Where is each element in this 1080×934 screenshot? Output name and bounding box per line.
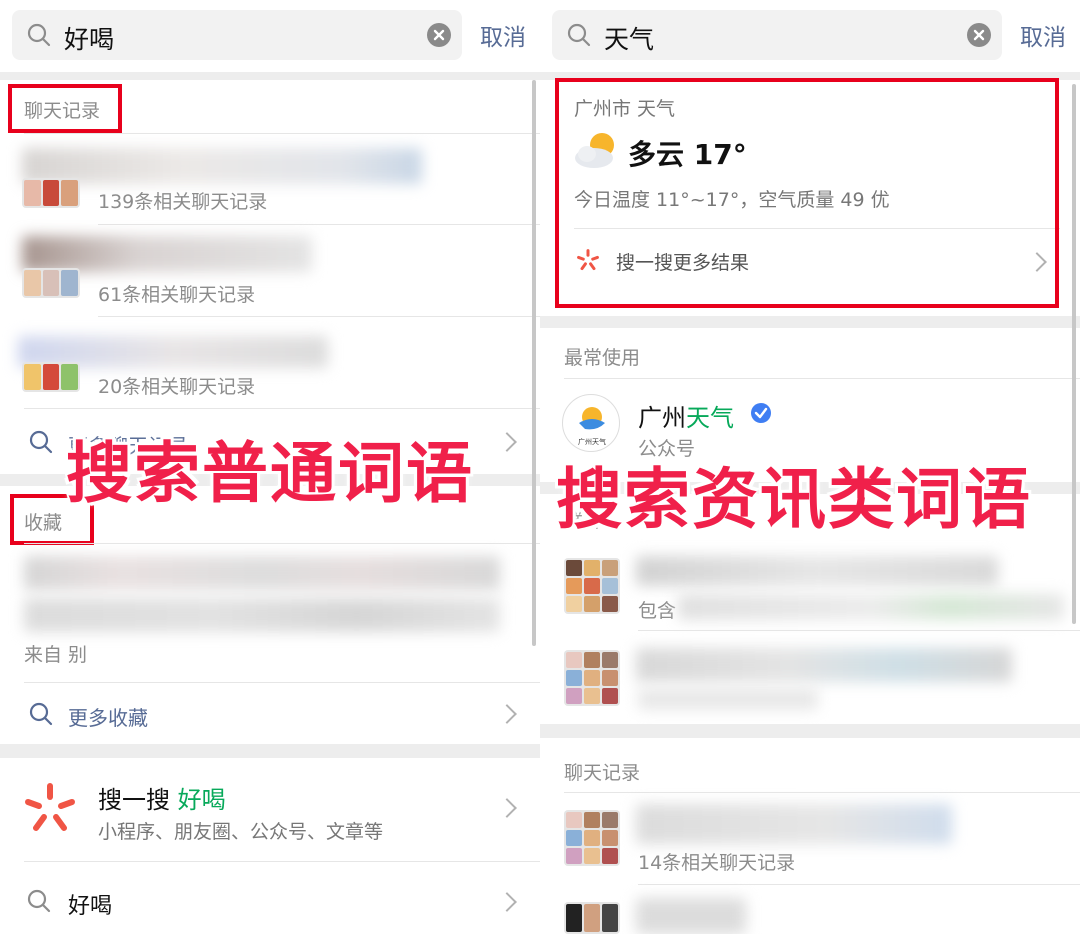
blurred-chat-name bbox=[22, 148, 422, 184]
group-avatar bbox=[564, 558, 620, 614]
scrollbar[interactable] bbox=[1072, 84, 1076, 624]
divider bbox=[638, 630, 1080, 631]
souyisou-title: 搜一搜 好喝 bbox=[98, 786, 226, 814]
group-avatar bbox=[22, 178, 80, 208]
divider bbox=[24, 133, 540, 134]
blurred-chat-name bbox=[636, 898, 746, 934]
chat-record-count: 14条相关聊天记录 bbox=[638, 852, 796, 874]
highlight-box bbox=[555, 78, 1059, 308]
search-query: 好喝 bbox=[64, 25, 115, 54]
cancel-button[interactable]: 取消 bbox=[1020, 18, 1066, 52]
divider bbox=[98, 316, 540, 317]
clear-icon[interactable] bbox=[967, 23, 991, 47]
divider bbox=[98, 224, 540, 225]
divider bbox=[638, 884, 1080, 885]
chat-record-count: 61条相关聊天记录 bbox=[98, 284, 256, 306]
right-search-screen: 天气 取消 广州市 天气 多云 17° 今日温度 11°~17°，空气质量 49… bbox=[540, 0, 1080, 934]
blurred-chat-meta bbox=[638, 688, 818, 710]
blurred-favorite-line bbox=[24, 556, 500, 590]
search-icon bbox=[29, 430, 53, 454]
chevron-right-icon bbox=[497, 704, 517, 724]
group-avatar bbox=[564, 810, 620, 866]
souyisou-icon bbox=[25, 783, 75, 831]
chevron-right-icon bbox=[497, 798, 517, 818]
section-label-chat-records: 聊天记录 bbox=[564, 762, 641, 784]
section-label-most-used: 最常使用 bbox=[564, 347, 641, 369]
annotation-overlay: 搜索普通词语 bbox=[66, 435, 474, 512]
verified-badge-icon bbox=[751, 403, 771, 423]
search-query: 天气 bbox=[604, 25, 655, 54]
highlight-box bbox=[8, 84, 122, 133]
chevron-right-icon bbox=[497, 892, 517, 912]
divider bbox=[564, 792, 1080, 793]
search-input[interactable]: 天气 bbox=[552, 10, 1002, 60]
blurred-chat-name bbox=[22, 236, 312, 272]
cancel-button[interactable]: 取消 bbox=[480, 18, 526, 52]
chat-record-count: 139条相关聊天记录 bbox=[98, 191, 268, 213]
divider bbox=[24, 408, 540, 409]
search-input[interactable]: 好喝 bbox=[12, 10, 462, 60]
scrollbar[interactable] bbox=[532, 80, 536, 646]
divider bbox=[24, 682, 540, 683]
search-bar-row: 天气 取消 bbox=[540, 0, 1080, 72]
favorite-source: 来自 别 bbox=[24, 644, 88, 666]
blurred-chat-name bbox=[636, 556, 998, 586]
blurred-member-names bbox=[678, 594, 1064, 620]
divider bbox=[540, 316, 1080, 328]
account-name: 广州天气 bbox=[638, 404, 734, 432]
blurred-chat-name bbox=[636, 648, 1012, 682]
chevron-right-icon bbox=[497, 432, 517, 452]
divider bbox=[0, 744, 540, 758]
chat-record-count: 20条相关聊天记录 bbox=[98, 376, 256, 398]
group-avatar bbox=[22, 362, 80, 392]
divider bbox=[0, 72, 540, 80]
search-icon bbox=[27, 23, 51, 47]
group-contains-label: 包含 bbox=[638, 600, 677, 622]
group-avatar bbox=[564, 902, 620, 934]
divider bbox=[564, 378, 1080, 379]
left-search-screen: 好喝 取消 聊天记录 139条相关聊天记录 61条相关聊天记录 20条相关聊天记… bbox=[0, 0, 540, 934]
blurred-favorite-line bbox=[24, 598, 500, 632]
divider bbox=[540, 724, 1080, 738]
divider bbox=[24, 543, 540, 544]
blurred-chat-name bbox=[636, 804, 952, 844]
souyisou-query: 好喝 bbox=[177, 786, 226, 814]
group-avatar bbox=[22, 268, 80, 298]
suggestion-label: 好喝 bbox=[68, 894, 113, 919]
annotation-overlay: 搜索资讯类词语 bbox=[556, 461, 1032, 538]
more-favorites-label: 更多收藏 bbox=[68, 706, 148, 730]
search-bar-row: 好喝 取消 bbox=[0, 0, 540, 72]
search-icon bbox=[27, 889, 51, 913]
souyisou-subtitle: 小程序、朋友圈、公众号、文章等 bbox=[98, 821, 384, 843]
account-logo: 广州天气 bbox=[562, 394, 620, 452]
group-avatar bbox=[564, 650, 620, 706]
search-icon bbox=[567, 23, 591, 47]
clear-icon[interactable] bbox=[427, 23, 451, 47]
search-icon bbox=[29, 702, 53, 726]
divider bbox=[24, 861, 540, 862]
